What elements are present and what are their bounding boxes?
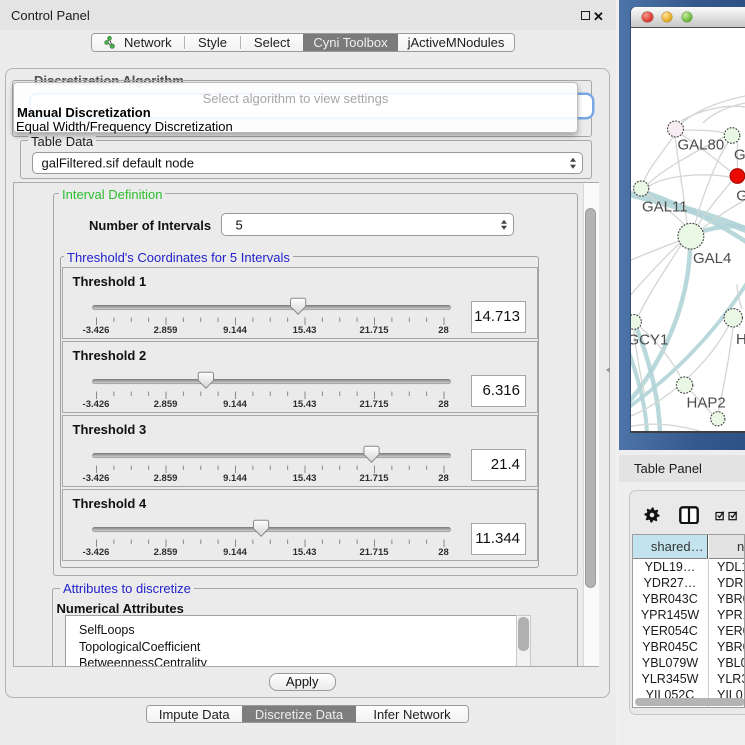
svg-text:H: H: [736, 331, 745, 348]
svg-text:GAL80: GAL80: [678, 137, 725, 154]
svg-text:GAL4: GAL4: [693, 250, 731, 267]
svg-text:GAL11: GAL11: [642, 199, 688, 216]
svg-text:GA: GA: [734, 147, 745, 164]
svg-text:G: G: [736, 188, 745, 205]
svg-text:GCY1: GCY1: [631, 332, 668, 349]
svg-text:HAP2: HAP2: [687, 395, 726, 412]
